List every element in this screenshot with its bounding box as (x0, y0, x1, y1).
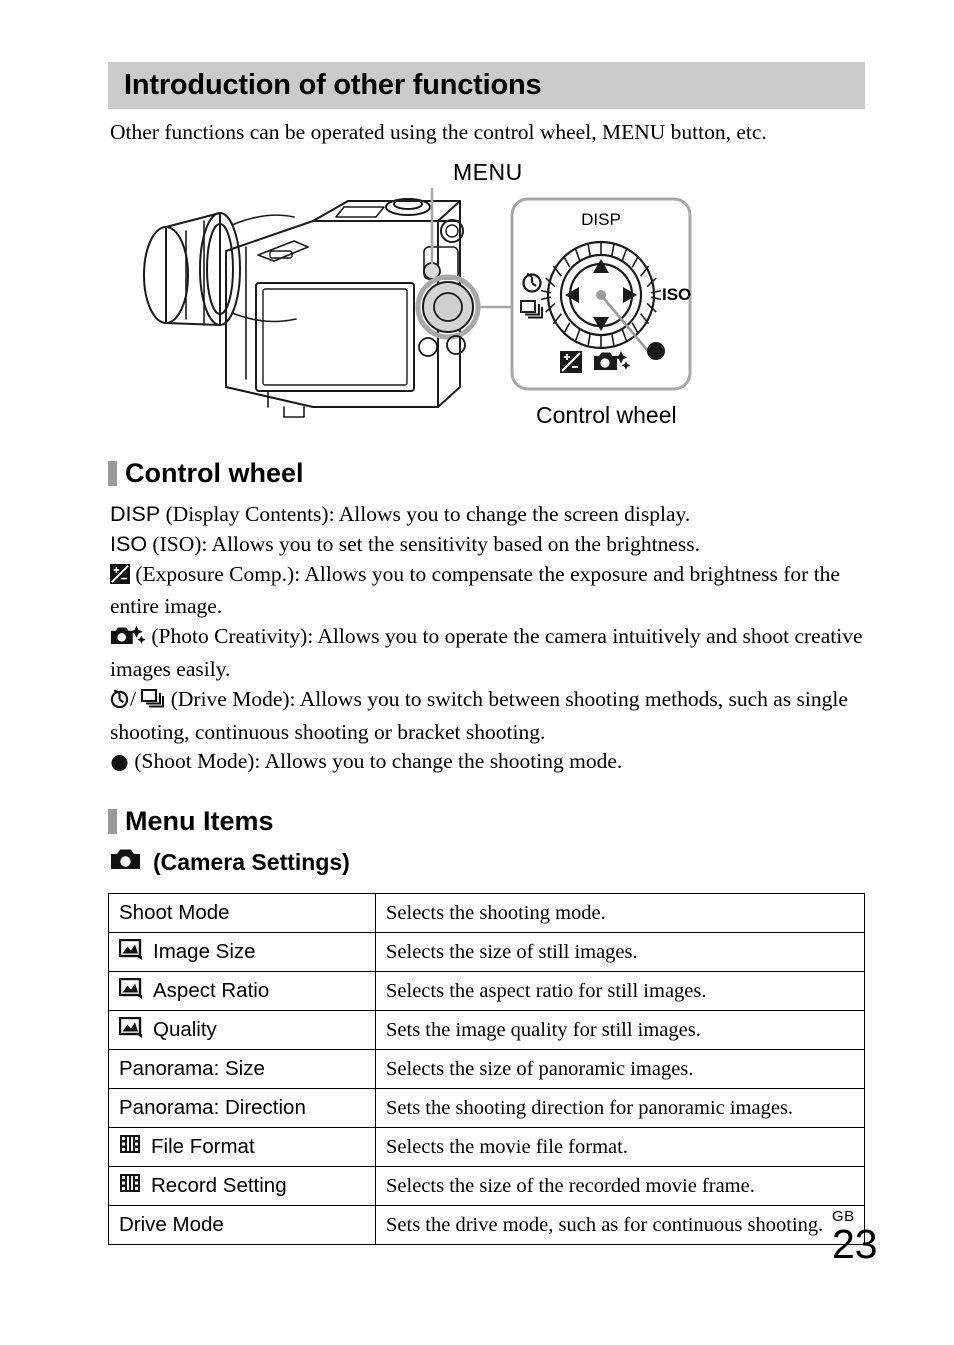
table-row: Image Size Selects the size of still ima… (108, 932, 865, 972)
menu-description-cell: Selects the size of panoramic images. (375, 1049, 865, 1089)
entry-name: (Display Contents): (165, 502, 335, 526)
menu-item-cell: Panorama: Size (108, 1049, 376, 1089)
table-row: Drive Mode Sets the drive mode, such as … (108, 1205, 865, 1245)
menu-description-cell: Sets the shooting direction for panorami… (375, 1088, 865, 1128)
menu-item-label: Shoot Mode (119, 901, 230, 924)
svg-text:ISO: ISO (662, 285, 691, 304)
menu-description-cell: Selects the size of still images. (375, 932, 865, 972)
camera-figure: MENU Control wheel DISP ISO (108, 155, 868, 440)
control-wheel-entry-exposure-comp: (Exposure Comp.): Allows you to compensa… (110, 560, 870, 623)
heading-bar-icon (108, 809, 117, 834)
heading-bar-icon (108, 461, 117, 486)
table-row: Aspect Ratio Selects the aspect ratio fo… (108, 971, 865, 1011)
menu-description-cell: Selects the aspect ratio for still image… (375, 971, 865, 1011)
section-heading-control-wheel: Control wheel (108, 458, 304, 489)
menu-items-table: Shoot Mode Selects the shooting mode. Im… (108, 893, 865, 1245)
entry-name: (Shoot Mode): (134, 749, 261, 774)
menu-item-cell: Image Size (108, 932, 376, 972)
menu-item-label: Image Size (153, 940, 256, 963)
slash-separator: / (130, 686, 136, 711)
entry-description: Allows you to change the shooting mode. (260, 749, 623, 774)
menu-item-cell: Quality (108, 1010, 376, 1050)
disp-text-icon: DISP (110, 502, 161, 526)
entry-description: Allows you to set the sensitivity based … (207, 531, 701, 556)
section-heading-label: Menu Items (125, 806, 274, 836)
entry-name: (ISO): (152, 531, 208, 556)
camera-settings-label: (Camera Settings) (153, 849, 350, 875)
control-wheel-entry-iso: ISO (ISO): Allows you to set the sensiti… (110, 530, 870, 560)
section-heading-label: Control wheel (125, 458, 304, 488)
intro-text: Other functions can be operated using th… (110, 120, 767, 144)
menu-description-cell: Selects the movie file format. (375, 1127, 865, 1167)
menu-item-label: File Format (151, 1135, 255, 1158)
menu-item-label: Drive Mode (119, 1213, 224, 1236)
menu-item-label: Panorama: Size (119, 1057, 265, 1080)
camera-settings-subheading: (Camera Settings) (110, 848, 350, 877)
menu-description-cell: Selects the size of the recorded movie f… (375, 1166, 865, 1206)
table-row: Panorama: Direction Sets the shooting di… (108, 1088, 865, 1128)
page-number: 23 (832, 1221, 878, 1267)
still-image-icon (118, 1016, 143, 1044)
menu-description-cell: Sets the drive mode, such as for continu… (375, 1205, 865, 1245)
entry-name: (Exposure Comp.): (135, 561, 301, 586)
page-footer: GB 23 (832, 1208, 912, 1267)
camera-illustration: DISP ISO (143, 187, 692, 418)
menu-description-cell: Sets the image quality for still images. (375, 1010, 865, 1050)
still-image-icon (118, 938, 143, 966)
movie-film-icon (119, 1172, 141, 1200)
menu-item-cell: Record Setting (108, 1166, 376, 1206)
table-row: Record Setting Selects the size of the r… (108, 1166, 865, 1206)
entry-name: (Drive Mode): (170, 686, 296, 711)
control-wheel-detail: DISP ISO (510, 197, 692, 391)
menu-item-label: Panorama: Direction (119, 1096, 306, 1119)
movie-film-icon (119, 1133, 141, 1161)
iso-text-icon: ISO (110, 531, 148, 556)
self-timer-icon (110, 688, 130, 718)
menu-item-cell: Aspect Ratio (108, 971, 376, 1011)
table-row: File Format Selects the movie file forma… (108, 1127, 865, 1167)
entry-description: Allows you to change the screen display. (334, 502, 691, 526)
control-wheel-entry-disp: DISP (Display Contents): Allows you to c… (110, 500, 870, 530)
entry-name: (Photo Creativity): (151, 624, 314, 649)
control-wheel-entry-photo-creativity: (Photo Creativity): Allows you to operat… (110, 622, 870, 685)
camera-icon (110, 848, 141, 877)
shoot-mode-dot-icon (110, 750, 129, 780)
menu-item-label: Quality (153, 1018, 217, 1041)
menu-description-cell: Selects the shooting mode. (375, 893, 865, 933)
exposure-comp-icon (110, 563, 130, 593)
svg-text:DISP: DISP (581, 210, 621, 229)
continuous-drive-icon (141, 688, 165, 718)
page-header-band: Introduction of other functions (108, 62, 865, 109)
photo-creativity-icon (110, 625, 146, 655)
menu-item-label: Aspect Ratio (153, 979, 270, 1002)
section-heading-menu-items: Menu Items (108, 806, 274, 837)
menu-item-cell: Panorama: Direction (108, 1088, 376, 1128)
control-wheel-entry-shoot-mode: (Shoot Mode): Allows you to change the s… (110, 747, 870, 780)
still-image-icon (118, 977, 143, 1005)
table-row: Quality Sets the image quality for still… (108, 1010, 865, 1050)
table-row: Panorama: Size Selects the size of panor… (108, 1049, 865, 1089)
table-row: Shoot Mode Selects the shooting mode. (108, 893, 865, 933)
menu-item-cell: Drive Mode (108, 1205, 376, 1245)
control-wheel-entry-drive-mode: / (Drive Mode): Allows you to switch bet… (110, 685, 870, 748)
menu-item-cell: File Format (108, 1127, 376, 1167)
menu-item-label: Record Setting (151, 1174, 287, 1197)
page-title: Introduction of other functions (124, 69, 542, 101)
menu-item-cell: Shoot Mode (108, 893, 376, 933)
control-wheel-description-list: DISP (Display Contents): Allows you to c… (110, 500, 870, 780)
